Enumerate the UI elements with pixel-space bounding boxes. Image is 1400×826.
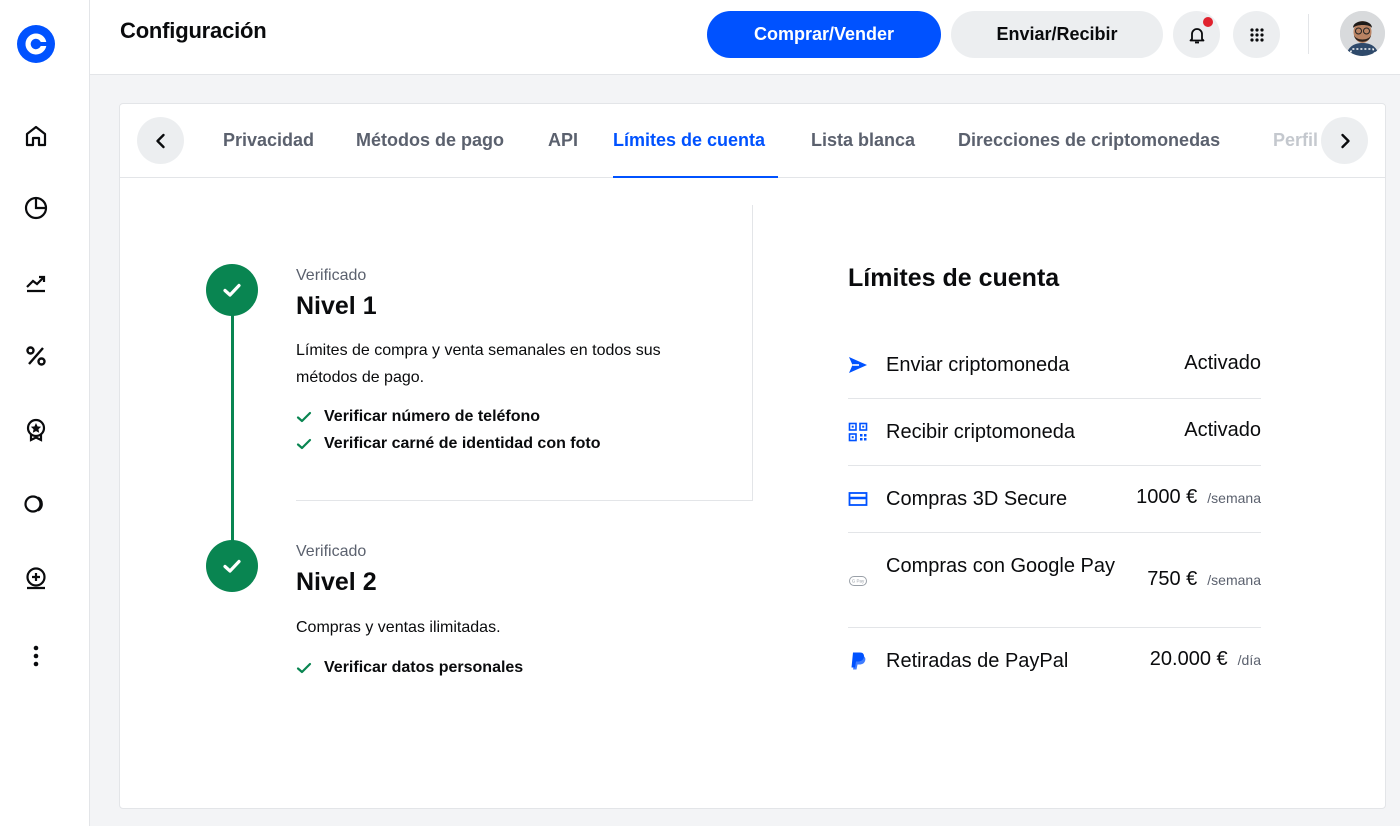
level-2-verified-check-icon (206, 540, 258, 592)
home-icon[interactable] (20, 120, 52, 152)
level-2-description: Compras y ventas ilimitadas. (296, 619, 501, 636)
chevron-left-icon (155, 133, 165, 148)
limit-row-3d-secure: Compras 3D Secure 1000 €/semana (848, 466, 1261, 533)
portfolio-icon[interactable] (20, 192, 52, 224)
send-icon (849, 357, 867, 373)
google-pay-icon: G Pay (849, 576, 867, 586)
credit-card-icon (848, 492, 868, 506)
tab-crypto-addresses[interactable]: Direcciones de criptomonedas (958, 130, 1220, 151)
tab-privacy[interactable]: Privacidad (223, 130, 314, 151)
top-header: Configuración Comprar/Vender Enviar/Reci… (90, 0, 1400, 75)
limit-row-receive: Recibir criptomoneda Activado (848, 399, 1261, 466)
checkmark-icon (296, 438, 312, 450)
settings-tabs: Privacidad Métodos de pago API Límites d… (120, 104, 1385, 178)
timeline-connector (231, 309, 234, 567)
header-divider (1308, 14, 1309, 54)
grid-icon (1249, 27, 1264, 42)
qr-code-icon (848, 422, 868, 442)
tab-profile[interactable]: Perfil (1273, 130, 1318, 151)
limit-row-google-pay: G Pay Compras con Google Pay 750 €/seman… (848, 533, 1261, 628)
level-1-status: Verificado (296, 267, 367, 284)
more-icon[interactable] (20, 640, 52, 672)
level-1-title: Nivel 1 (296, 292, 377, 320)
page-title: Configuración (120, 18, 267, 43)
level-1-requirement: Verificar carné de identidad con foto (296, 435, 601, 453)
checkmark-icon (296, 662, 312, 674)
checkmark-icon (296, 411, 312, 423)
limits-title: Límites de cuenta (848, 264, 1060, 292)
coinbase-logo-icon[interactable] (16, 24, 56, 64)
level-1-verified-check-icon (206, 264, 258, 316)
avatar[interactable] (1340, 11, 1385, 56)
tab-payment-methods[interactable]: Métodos de pago (356, 130, 504, 151)
card-icon[interactable] (20, 562, 52, 594)
bell-icon (1189, 27, 1204, 43)
paypal-icon (851, 652, 866, 670)
settings-card: Privacidad Métodos de pago API Límites d… (119, 103, 1386, 809)
level-1-requirement: Verificar número de teléfono (296, 408, 540, 426)
level-2-title: Nivel 2 (296, 568, 377, 596)
earn-icon[interactable] (20, 340, 52, 372)
limit-row-send: Enviar criptomoneda Activado (848, 332, 1261, 399)
level-2-requirement: Verificar datos personales (296, 659, 523, 677)
level-2-status: Verificado (296, 543, 367, 560)
tab-account-limits[interactable]: Límites de cuenta (613, 130, 765, 151)
svg-text:G Pay: G Pay (852, 579, 865, 584)
tabs-scroll-left-button[interactable] (137, 117, 184, 164)
buy-sell-button[interactable]: Comprar/Vender (707, 11, 941, 58)
apps-menu-button[interactable] (1233, 11, 1280, 58)
active-tab-indicator (613, 176, 778, 178)
send-receive-button[interactable]: Enviar/Recibir (951, 11, 1163, 58)
sidebar (0, 0, 90, 826)
trade-icon[interactable] (20, 266, 52, 298)
limit-row-paypal: Retiradas de PayPal 20.000 €/día (848, 628, 1261, 695)
level-1-description: Límites de compra y venta semanales en t… (296, 342, 661, 386)
tab-whitelist[interactable]: Lista blanca (811, 130, 915, 151)
learn-rewards-icon[interactable] (20, 414, 52, 446)
notifications-button[interactable] (1173, 11, 1220, 58)
notification-badge (1203, 17, 1213, 27)
tab-api[interactable]: API (548, 130, 578, 151)
chevron-right-icon (1340, 133, 1350, 148)
tabs-scroll-right-button[interactable] (1321, 117, 1368, 164)
web3-icon[interactable] (20, 488, 52, 520)
